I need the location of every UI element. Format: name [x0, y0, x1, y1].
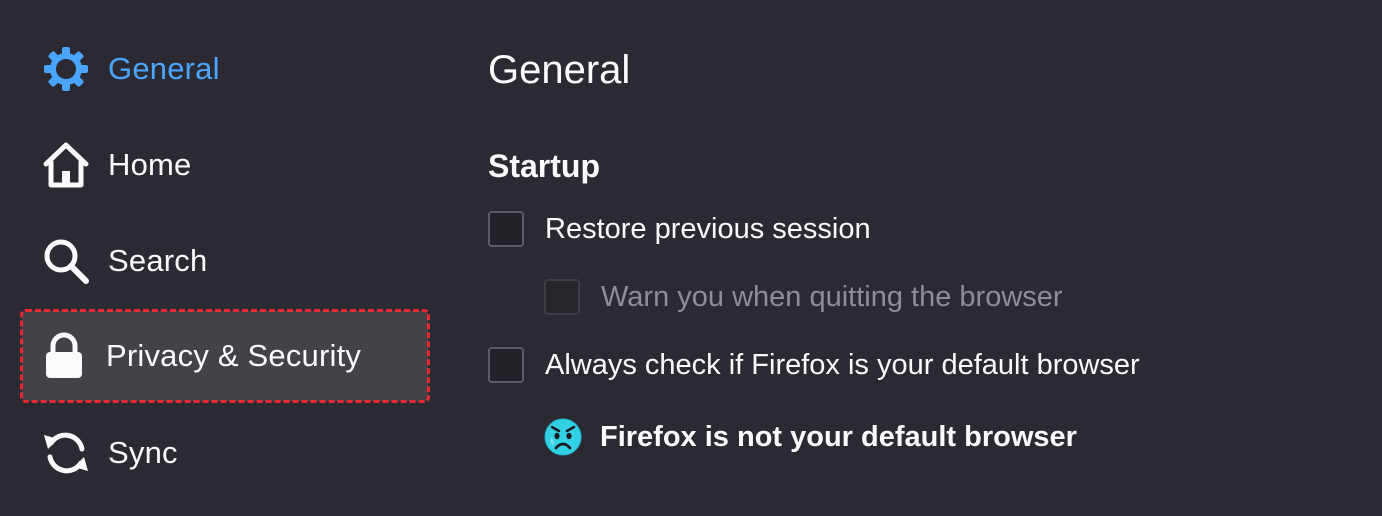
restore-session-label[interactable]: Restore previous session	[545, 213, 871, 246]
lock-icon	[38, 330, 90, 382]
search-icon	[40, 235, 92, 287]
sidebar-item-label: General	[108, 51, 220, 86]
warn-on-quit-label: Warn you when quitting the browser	[601, 280, 1063, 313]
main-content: General Startup Restore previous session…	[488, 0, 1368, 516]
restore-session-option[interactable]: Restore previous session	[488, 211, 871, 247]
sad-face-icon	[544, 418, 582, 456]
warn-on-quit-checkbox	[544, 279, 580, 315]
restore-session-checkbox[interactable]	[488, 211, 524, 247]
default-browser-notice-text: Firefox is not your default browser	[600, 420, 1077, 453]
sidebar-item-label: Sync	[108, 435, 178, 470]
default-browser-checkbox[interactable]	[488, 347, 524, 383]
warn-on-quit-option: Warn you when quitting the browser	[544, 279, 1063, 315]
sidebar-item-privacy-security[interactable]: Privacy & Security	[20, 309, 430, 403]
default-browser-label[interactable]: Always check if Firefox is your default …	[545, 349, 1140, 382]
preferences-page: General Home Search Privacy & Security S…	[0, 0, 1382, 516]
sidebar-item-label: Home	[108, 147, 192, 182]
page-title: General	[488, 48, 631, 92]
sidebar-item-sync[interactable]: Sync	[24, 409, 428, 497]
sidebar: General Home Search Privacy & Security S…	[0, 0, 440, 516]
sidebar-item-label: Privacy & Security	[106, 338, 362, 373]
home-icon	[40, 139, 92, 191]
sidebar-item-search[interactable]: Search	[24, 217, 428, 305]
default-browser-notice: Firefox is not your default browser	[544, 418, 1077, 456]
sidebar-item-general[interactable]: General	[24, 25, 428, 113]
startup-heading: Startup	[488, 148, 600, 184]
sidebar-item-home[interactable]: Home	[24, 121, 428, 209]
sidebar-item-label: Search	[108, 243, 208, 278]
sync-icon	[40, 427, 92, 479]
default-browser-check-option[interactable]: Always check if Firefox is your default …	[488, 347, 1140, 383]
gear-icon	[40, 43, 92, 95]
